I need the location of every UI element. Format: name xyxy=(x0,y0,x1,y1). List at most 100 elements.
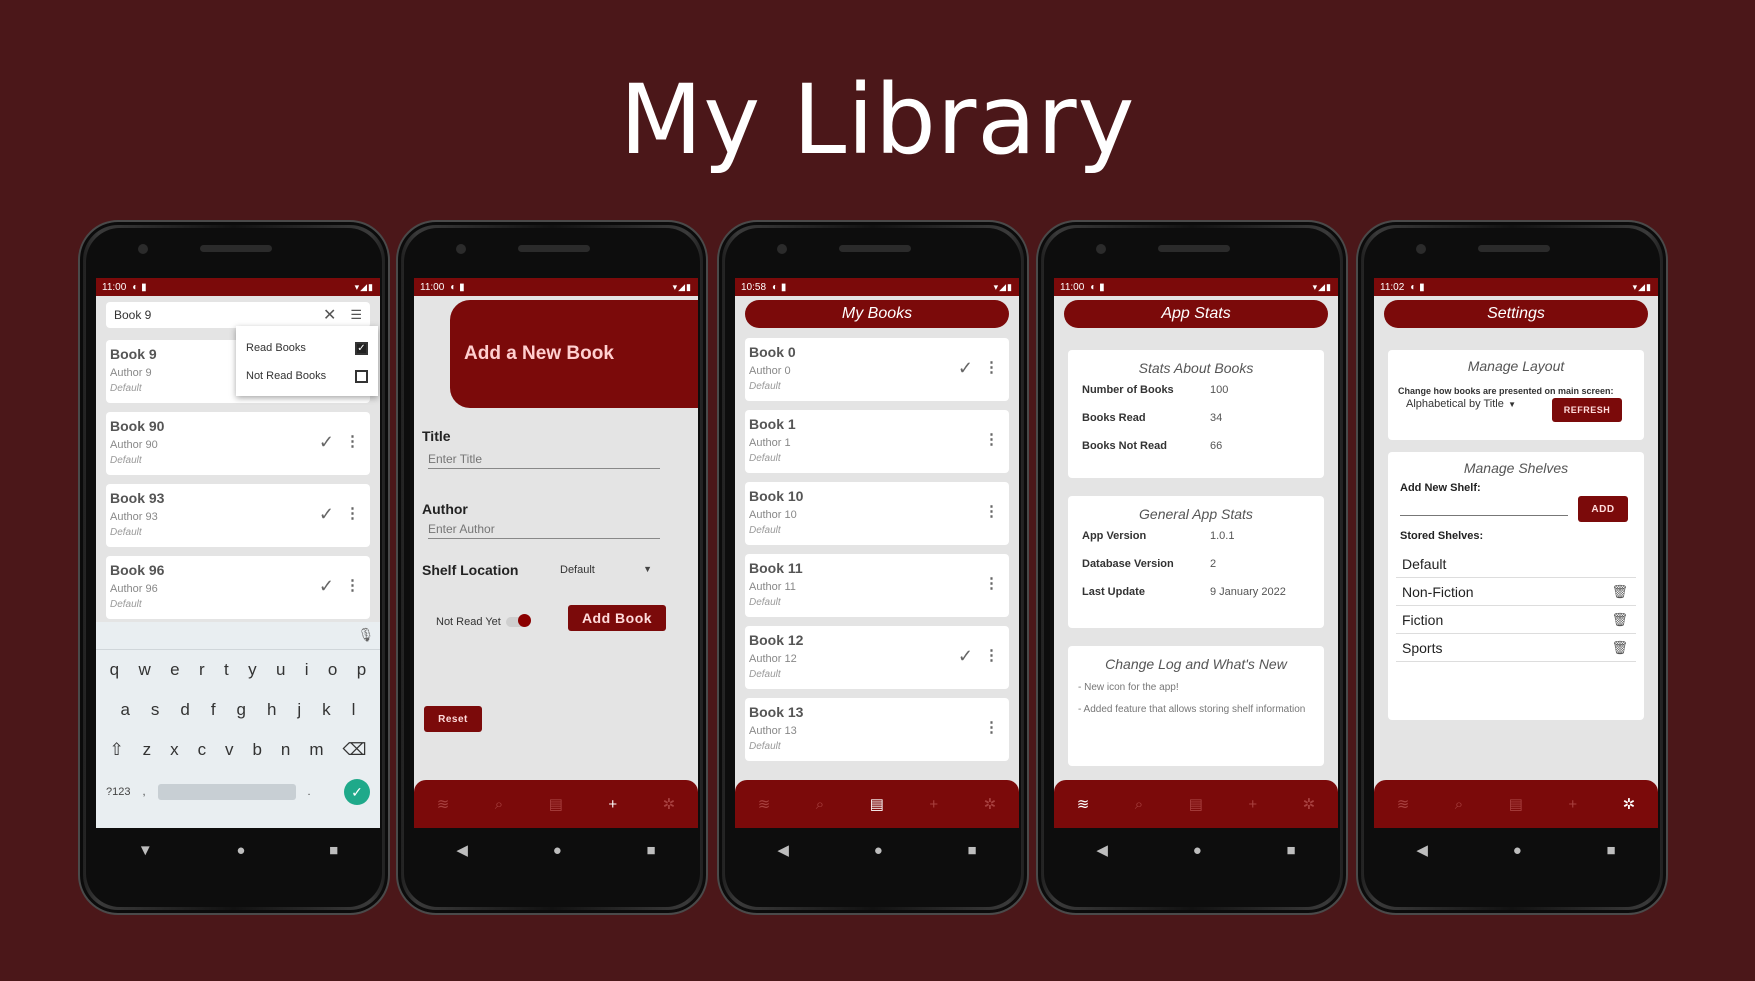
back-icon[interactable]: ◀ xyxy=(1416,841,1428,859)
filter-read-books[interactable]: Read Books ✓ xyxy=(246,334,368,362)
search-icon[interactable]: ⌕ xyxy=(816,796,824,813)
recents-icon[interactable]: ■ xyxy=(1607,842,1616,859)
symbols-key[interactable]: ?123 xyxy=(106,786,130,798)
key[interactable]: h xyxy=(267,700,276,720)
search-icon[interactable]: ⌕ xyxy=(1135,796,1143,813)
key[interactable]: t xyxy=(224,660,229,680)
key[interactable]: d xyxy=(180,700,189,720)
back-icon[interactable]: ◀ xyxy=(456,841,468,859)
add-icon[interactable]: + xyxy=(608,796,617,813)
library-icon[interactable]: ▤ xyxy=(1189,795,1203,813)
key[interactable]: n xyxy=(281,740,290,760)
key[interactable]: i xyxy=(305,660,309,680)
shelf-row[interactable]: Sports 🗑 xyxy=(1396,634,1636,662)
key[interactable]: b xyxy=(252,740,261,760)
book-card[interactable]: Book 90 Author 90 Default ✓ ⋮ xyxy=(106,412,370,475)
trash-icon[interactable]: 🗑 xyxy=(1611,584,1628,600)
trash-icon[interactable]: 🗑 xyxy=(1611,640,1628,656)
key[interactable]: q xyxy=(110,660,119,680)
key[interactable]: c xyxy=(198,740,207,760)
list-icon[interactable]: ≋ xyxy=(437,795,450,813)
book-card[interactable]: Book 96 Author 96 Default ✓ ⋮ xyxy=(106,556,370,619)
library-icon[interactable]: ▤ xyxy=(1509,795,1523,813)
search-icon[interactable]: ⌕ xyxy=(495,796,503,813)
trash-icon[interactable]: 🗑 xyxy=(1611,612,1628,628)
author-input[interactable] xyxy=(428,520,660,539)
list-icon[interactable]: ≋ xyxy=(1077,795,1090,813)
key[interactable]: u xyxy=(276,660,285,680)
book-card[interactable]: Book 0 Author 0 Default ✓ ⋮ xyxy=(745,338,1009,401)
key[interactable]: s xyxy=(151,700,160,720)
reset-button[interactable]: Reset xyxy=(424,706,482,732)
home-icon[interactable]: ● xyxy=(553,842,562,859)
add-icon[interactable]: + xyxy=(1568,796,1577,813)
settings-icon[interactable]: ✲ xyxy=(1303,795,1316,813)
book-card[interactable]: Book 12 Author 12 Default ✓ ⋮ xyxy=(745,626,1009,689)
enter-check-icon[interactable]: ✓ xyxy=(344,779,370,805)
more-options-icon[interactable]: ⋮ xyxy=(984,574,999,592)
settings-icon[interactable]: ✲ xyxy=(984,795,997,813)
more-options-icon[interactable]: ⋮ xyxy=(345,504,360,522)
recents-icon[interactable]: ■ xyxy=(329,842,338,859)
key[interactable]: e xyxy=(170,660,179,680)
shelf-row[interactable]: Fiction 🗑 xyxy=(1396,606,1636,634)
key[interactable]: w xyxy=(139,660,151,680)
search-bar[interactable]: Book 9 ✕ ☰ xyxy=(106,302,370,328)
recents-icon[interactable]: ■ xyxy=(647,842,656,859)
library-icon[interactable]: ▤ xyxy=(870,795,884,813)
back-icon[interactable]: ▼ xyxy=(138,842,153,859)
recents-icon[interactable]: ■ xyxy=(1287,842,1296,859)
key[interactable]: a xyxy=(120,700,129,720)
key[interactable]: o xyxy=(328,660,337,680)
new-shelf-input[interactable] xyxy=(1400,500,1568,516)
key[interactable]: l xyxy=(352,700,356,720)
period-key[interactable]: . xyxy=(308,786,311,798)
space-bar[interactable] xyxy=(157,784,296,800)
home-icon[interactable]: ● xyxy=(1513,842,1522,859)
add-icon[interactable]: + xyxy=(1248,796,1257,813)
backspace-icon[interactable]: ⌫ xyxy=(342,740,366,760)
refresh-button[interactable]: REFRESH xyxy=(1552,398,1622,422)
shelf-row[interactable]: Default xyxy=(1396,550,1636,578)
home-icon[interactable]: ● xyxy=(1193,842,1202,859)
library-icon[interactable]: ▤ xyxy=(549,795,563,813)
back-icon[interactable]: ◀ xyxy=(1096,841,1108,859)
book-card[interactable]: Book 11 Author 11 Default ⋮ xyxy=(745,554,1009,617)
add-book-button[interactable]: Add Book xyxy=(568,605,666,631)
read-status-toggle[interactable] xyxy=(506,614,531,627)
read-books-checkbox[interactable]: ✓ xyxy=(355,341,368,355)
back-icon[interactable]: ◀ xyxy=(777,841,789,859)
add-shelf-button[interactable]: ADD xyxy=(1578,496,1628,522)
key[interactable]: j xyxy=(297,700,301,720)
more-options-icon[interactable]: ⋮ xyxy=(984,358,999,376)
microphone-icon[interactable]: 🎙 xyxy=(357,627,374,643)
book-card[interactable]: Book 93 Author 93 Default ✓ ⋮ xyxy=(106,484,370,547)
key[interactable]: f xyxy=(211,700,216,720)
key[interactable]: g xyxy=(237,700,246,720)
book-card[interactable]: Book 13 Author 13 Default ⋮ xyxy=(745,698,1009,761)
key[interactable]: v xyxy=(225,740,234,760)
shelf-location-select[interactable]: Default ▼ xyxy=(560,564,652,576)
shift-icon[interactable]: ⇧ xyxy=(109,740,123,760)
settings-icon[interactable]: ✲ xyxy=(663,795,676,813)
home-icon[interactable]: ● xyxy=(236,842,245,859)
settings-icon[interactable]: ✲ xyxy=(1623,795,1636,813)
shelf-row[interactable]: Non-Fiction 🗑 xyxy=(1396,578,1636,606)
key[interactable]: p xyxy=(357,660,366,680)
search-input[interactable]: Book 9 xyxy=(114,308,151,322)
more-options-icon[interactable]: ⋮ xyxy=(345,576,360,594)
filter-icon[interactable]: ☰ xyxy=(350,307,362,323)
add-icon[interactable]: + xyxy=(929,796,938,813)
title-input[interactable] xyxy=(428,450,660,469)
key[interactable]: x xyxy=(170,740,179,760)
comma-key[interactable]: , xyxy=(142,786,145,798)
key[interactable]: z xyxy=(143,740,152,760)
key[interactable]: r xyxy=(199,660,205,680)
more-options-icon[interactable]: ⋮ xyxy=(984,502,999,520)
more-options-icon[interactable]: ⋮ xyxy=(984,718,999,736)
book-card[interactable]: Book 10 Author 10 Default ⋮ xyxy=(745,482,1009,545)
not-read-books-checkbox[interactable] xyxy=(355,369,368,383)
home-icon[interactable]: ● xyxy=(874,842,883,859)
more-options-icon[interactable]: ⋮ xyxy=(984,430,999,448)
book-card[interactable]: Book 1 Author 1 Default ⋮ xyxy=(745,410,1009,473)
